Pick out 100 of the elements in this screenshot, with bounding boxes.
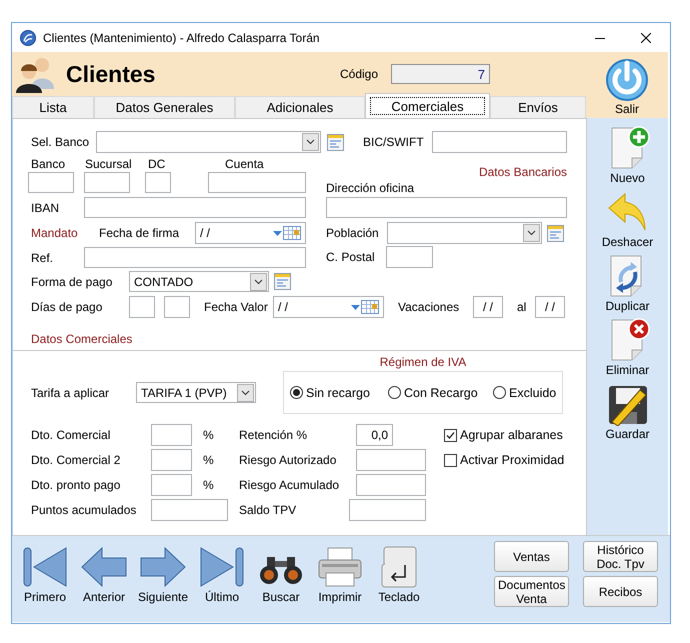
field-label: Fecha Valor <box>204 299 268 315</box>
code-field[interactable]: 7 <box>391 64 490 84</box>
text-field[interactable] <box>326 197 567 218</box>
field-label: Riesgo Autorizado <box>239 452 336 468</box>
text-field[interactable] <box>349 499 426 521</box>
window-title: Clientes (Mantenimiento) - Alfredo Calasparra Torán <box>43 30 320 44</box>
field-label: Vacaciones <box>398 299 460 315</box>
sidebar-button[interactable]: Nuevo <box>606 126 650 186</box>
combo-box[interactable]: CONTADO <box>129 271 269 292</box>
section-heading: Datos Bancarios <box>478 164 567 180</box>
field-label: Riesgo Acumulado <box>239 477 340 493</box>
calendar-icon[interactable] <box>283 226 301 240</box>
checkbox-label[interactable]: Activar Proximidad <box>460 452 564 468</box>
field-label: Código <box>340 66 378 82</box>
field-label: Tarifa a aplicar <box>31 384 110 400</box>
radio-button[interactable] <box>493 386 506 399</box>
text-field[interactable] <box>151 449 192 471</box>
action-button[interactable]: Recibos <box>583 576 658 607</box>
text-field[interactable] <box>432 131 567 153</box>
sidebar-button[interactable]: Eliminar <box>606 318 650 378</box>
text-field[interactable] <box>208 172 306 193</box>
sidebar-button[interactable]: Deshacer <box>602 190 654 250</box>
field-label: Población <box>326 225 379 241</box>
text-field[interactable] <box>145 172 171 193</box>
action-button[interactable]: Documentos Venta <box>494 576 569 607</box>
right-arrow-icon <box>139 545 187 589</box>
form-icon[interactable] <box>327 134 344 150</box>
text-field[interactable] <box>151 499 228 521</box>
text-field[interactable] <box>84 172 130 193</box>
text-field[interactable] <box>356 474 426 496</box>
calendar-icon[interactable] <box>361 300 379 314</box>
users-icon <box>15 55 55 93</box>
field-label: Días de pago <box>31 299 102 315</box>
text-field[interactable] <box>164 296 190 318</box>
section-heading: Régimen de IVA <box>380 354 466 370</box>
field-label: Retención % <box>239 427 308 443</box>
checkbox[interactable] <box>444 454 457 466</box>
toolbar-button[interactable]: Primero <box>19 545 71 621</box>
field-label: Forma de pago <box>31 274 112 290</box>
text-field[interactable] <box>129 296 155 318</box>
section-heading: Mandato <box>31 225 78 241</box>
field-label: BIC/SWIFT <box>363 134 424 150</box>
text-field[interactable] <box>84 197 306 218</box>
field-label: Sucursal <box>85 156 132 172</box>
date-field[interactable]: / / <box>473 296 503 318</box>
tab[interactable]: Adicionales <box>235 96 365 118</box>
date-field[interactable]: / / <box>273 296 384 318</box>
toolbar-button[interactable]: Imprimir <box>314 545 366 621</box>
checkbox[interactable] <box>444 428 457 442</box>
sidebar-button[interactable]: Duplicar <box>605 254 650 314</box>
skip-to-end-icon <box>198 545 246 589</box>
radio-button[interactable] <box>290 386 303 399</box>
field-label: Dirección oficina <box>326 180 414 196</box>
sidebar-button[interactable]: Guardar <box>605 382 650 442</box>
toolbar-button[interactable]: Teclado <box>373 545 425 621</box>
action-button[interactable]: Ventas <box>494 541 569 572</box>
tab[interactable]: Comerciales <box>365 93 490 118</box>
text-field[interactable] <box>151 424 192 446</box>
field-label: % <box>203 477 214 493</box>
combo-box[interactable] <box>96 131 321 153</box>
page-title: Clientes <box>66 60 156 86</box>
printer-icon <box>316 545 364 589</box>
text-field[interactable] <box>356 449 426 471</box>
tab[interactable]: Lista <box>12 96 94 118</box>
radio-label[interactable]: Con Recargo <box>404 384 478 400</box>
radio-button[interactable] <box>388 386 401 399</box>
radio-label[interactable]: Excluido <box>509 384 556 400</box>
date-field[interactable]: / / <box>195 222 306 244</box>
field-label: Cuenta <box>225 156 264 172</box>
skip-to-start-icon <box>21 545 69 589</box>
date-field[interactable]: / / <box>535 296 565 318</box>
field-label: C. Postal <box>326 249 375 265</box>
form-icon[interactable] <box>547 224 564 242</box>
checkbox-label[interactable]: Agrupar albaranes <box>460 427 563 443</box>
dropdown-arrow-icon <box>273 230 282 236</box>
combo-box[interactable] <box>387 222 542 244</box>
field-label: Banco <box>31 156 66 172</box>
section-heading: Datos Comerciales <box>31 331 132 347</box>
field-label: Dto. Comercial <box>31 427 110 443</box>
field-label: % <box>203 427 214 443</box>
text-field[interactable] <box>28 172 74 193</box>
field-label: % <box>203 452 214 468</box>
text-field[interactable] <box>151 474 192 496</box>
toolbar-button[interactable]: Último <box>196 545 248 621</box>
toolbar-button[interactable]: Anterior <box>78 545 130 621</box>
text-field[interactable] <box>84 247 306 268</box>
app-icon <box>20 30 36 46</box>
toolbar-button[interactable]: Siguiente <box>137 545 189 621</box>
combo-box[interactable]: TARIFA 1 (PVP) <box>136 382 256 403</box>
action-button[interactable]: Histórico Doc. Tpv <box>583 541 658 572</box>
tab[interactable]: Datos Generales <box>94 96 235 118</box>
form-icon[interactable] <box>274 273 291 290</box>
field-label: al <box>517 299 526 315</box>
tab[interactable]: Envíos <box>490 96 586 118</box>
toolbar-button[interactable]: Buscar <box>255 545 307 621</box>
field-label: Sel. Banco <box>31 134 90 150</box>
radio-label[interactable]: Sin recargo <box>306 384 370 400</box>
text-field[interactable]: 0,0 <box>356 424 393 446</box>
field-label: DC <box>148 156 166 172</box>
text-field[interactable] <box>386 246 433 268</box>
